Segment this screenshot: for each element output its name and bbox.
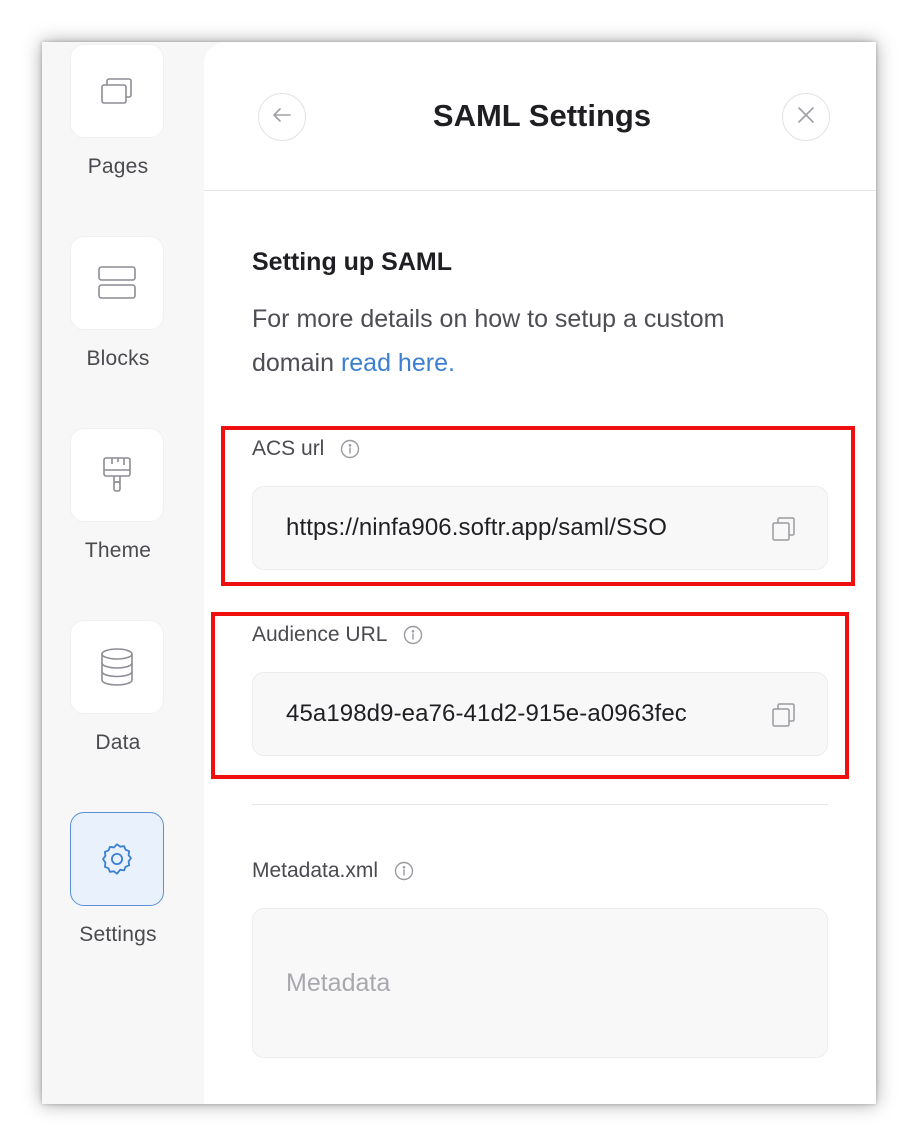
audience-url-value: 45a198d9-ea76-41d2-915e-a0963fec [286,700,687,727]
section-description: For more details on how to setup a custo… [252,297,812,385]
close-icon [796,105,816,130]
read-here-link[interactable]: read here. [341,349,455,377]
blocks-icon [97,265,137,301]
acs-url-label: ACS url [252,437,360,461]
sidebar-item-label: Blocks [86,347,150,370]
field-label-text: Audience URL [252,623,388,646]
sidebar-item-theme[interactable]: Theme [70,428,166,563]
database-icon [99,647,135,687]
info-icon[interactable] [403,625,423,645]
sidebar-item-label: Pages [87,155,149,178]
saml-settings-panel: SAML Settings Setting up SAML For more d… [204,42,876,1104]
sidebar-item-label: Data [95,731,141,754]
sidebar-item-settings[interactable]: Settings [70,812,166,947]
info-icon[interactable] [340,439,360,459]
divider [252,804,828,805]
acs-url-field[interactable]: https://ninfa906.softr.app/saml/SSO [252,486,828,570]
metadata-textarea[interactable] [252,908,828,1058]
nav-tile-data[interactable] [70,620,164,714]
sidebar-item-data[interactable]: Data [70,620,166,755]
gear-icon [99,841,135,877]
pages-icon [100,76,134,106]
acs-url-value: https://ninfa906.softr.app/saml/SSO [286,514,668,541]
section-title: Setting up SAML [252,248,452,276]
metadata-label: Metadata.xml [252,859,414,883]
copy-icon[interactable] [771,702,797,733]
copy-icon[interactable] [771,516,797,547]
sidebar-item-label: Settings [79,923,157,946]
field-label-text: ACS url [252,437,325,460]
description-text: For more details on how to setup a custo… [252,305,725,377]
nav-tile-pages[interactable] [70,44,164,138]
info-icon[interactable] [394,861,414,881]
sidebar-item-pages[interactable]: Pages [70,44,166,179]
sidebar: Pages Blocks Theme Data Settings [42,42,204,1104]
close-button[interactable] [782,93,830,141]
panel-header: SAML Settings [204,42,876,191]
app-window: Pages Blocks Theme Data Settings SAML Se… [42,42,876,1104]
nav-tile-blocks[interactable] [70,236,164,330]
audience-url-label: Audience URL [252,623,423,647]
sidebar-item-blocks[interactable]: Blocks [70,236,166,371]
sidebar-item-label: Theme [84,539,152,562]
nav-tile-theme[interactable] [70,428,164,522]
theme-icon [101,456,133,494]
audience-url-field[interactable]: 45a198d9-ea76-41d2-915e-a0963fec [252,672,828,756]
page-title: SAML Settings [432,98,652,133]
field-label-text: Metadata.xml [252,859,379,882]
nav-tile-settings[interactable] [70,812,164,906]
